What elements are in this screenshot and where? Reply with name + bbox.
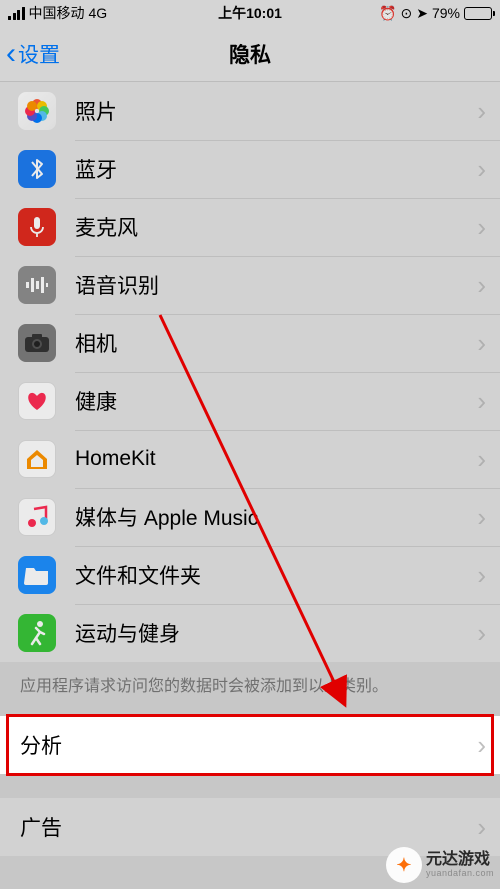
battery-pct: 79% (432, 5, 460, 21)
item-label: 照片 (75, 96, 477, 126)
list-item-homekit[interactable]: HomeKit › (0, 430, 500, 488)
list-item-files[interactable]: 文件和文件夹 › (0, 546, 500, 604)
item-label: 相机 (75, 328, 477, 358)
item-label: 麦克风 (75, 212, 477, 242)
chevron-right-icon: › (477, 212, 500, 243)
list-item-health[interactable]: 健康 › (0, 372, 500, 430)
item-label: 运动与健身 (75, 618, 477, 648)
watermark-url: yuandafan.com (426, 869, 494, 879)
watermark: ✦ 元达游戏 yuandafan.com (386, 847, 494, 883)
back-label: 设置 (18, 39, 60, 69)
chevron-right-icon: › (477, 502, 500, 533)
chevron-right-icon: › (477, 730, 500, 761)
page-title: 隐私 (229, 39, 271, 69)
chevron-right-icon: › (477, 328, 500, 359)
chevron-right-icon: › (477, 386, 500, 417)
list-item-bluetooth[interactable]: 蓝牙 › (0, 140, 500, 198)
item-label: 文件和文件夹 (75, 560, 477, 590)
status-left: 中国移动 4G (8, 3, 107, 23)
item-label: 语音识别 (75, 270, 477, 300)
speech-icon (18, 266, 56, 304)
status-bar: 中国移动 4G 上午10:01 ⏰ ⊙ ➤ 79% (0, 0, 500, 26)
home-icon (18, 440, 56, 478)
list-item-analytics[interactable]: 分析 › (0, 716, 500, 774)
item-label: 蓝牙 (75, 154, 477, 184)
chevron-right-icon: › (477, 96, 500, 127)
spacer (0, 774, 500, 798)
battery-icon (464, 7, 492, 20)
item-label: HomeKit (75, 447, 477, 471)
music-icon (18, 498, 56, 536)
chevron-right-icon: › (477, 270, 500, 301)
chevron-left-icon: ‹ (6, 39, 16, 69)
folder-icon (18, 556, 56, 594)
list-item-photos[interactable]: 照片 › (0, 82, 500, 140)
item-label: 分析 (20, 730, 477, 760)
watermark-title: 元达游戏 (426, 851, 494, 869)
privacy-list: 照片 › 蓝牙 › 麦克风 › 语音识别 › 相机 › 健康 › (0, 82, 500, 662)
camera-icon (18, 324, 56, 362)
signal-icon (8, 7, 25, 20)
list-item-motion[interactable]: 运动与健身 › (0, 604, 500, 662)
bluetooth-icon (18, 150, 56, 188)
chevron-right-icon: › (477, 444, 500, 475)
chevron-right-icon: › (477, 812, 500, 843)
nav-header: ‹ 设置 隐私 (0, 26, 500, 82)
list-item-camera[interactable]: 相机 › (0, 314, 500, 372)
item-label: 媒体与 Apple Music (75, 502, 477, 532)
chevron-right-icon: › (477, 560, 500, 591)
back-button[interactable]: ‹ 设置 (6, 39, 60, 69)
status-right: ⏰ ⊙ ➤ 79% (379, 5, 492, 22)
network-label: 4G (89, 5, 108, 21)
chevron-right-icon: › (477, 154, 500, 185)
list-item-music[interactable]: 媒体与 Apple Music › (0, 488, 500, 546)
lock-icon: ⊙ (401, 5, 413, 22)
status-time: 上午10:01 (218, 3, 282, 23)
photos-icon (18, 92, 56, 130)
carrier-label: 中国移动 (29, 3, 85, 23)
activity-icon (18, 614, 56, 652)
health-icon (18, 382, 56, 420)
watermark-logo-icon: ✦ (386, 847, 422, 883)
analytics-section: 分析 › (0, 716, 500, 774)
location-icon: ➤ (416, 5, 428, 22)
list-footer: 应用程序请求访问您的数据时会被添加到以上类别。 (0, 662, 500, 716)
item-label: 广告 (20, 812, 477, 842)
microphone-icon (18, 208, 56, 246)
alarm-icon: ⏰ (379, 5, 396, 22)
chevron-right-icon: › (477, 618, 500, 649)
list-item-speech[interactable]: 语音识别 › (0, 256, 500, 314)
list-item-microphone[interactable]: 麦克风 › (0, 198, 500, 256)
item-label: 健康 (75, 386, 477, 416)
